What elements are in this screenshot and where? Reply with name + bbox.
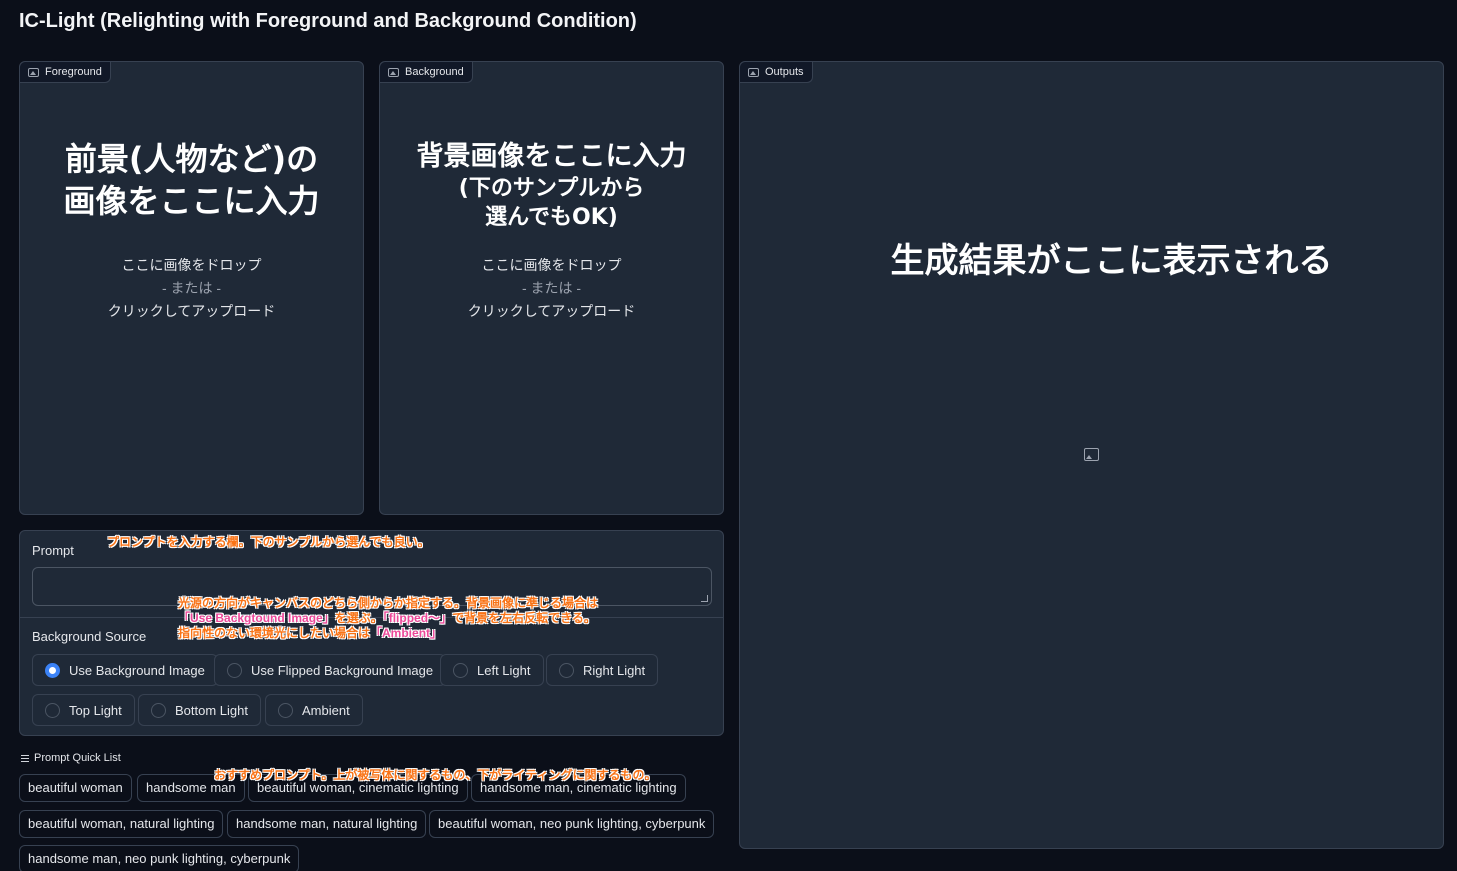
radio-label: Top Light — [69, 702, 122, 718]
image-icon — [28, 67, 39, 77]
background-source-annotation: 光源の方向がキャンバスのどちら側からか指定する。背景画像に準じる場合は 「Use… — [178, 596, 598, 641]
radio-label: Use Flipped Background Image — [251, 662, 434, 678]
background-source-label: Background Source — [32, 629, 147, 644]
background-label-text: Background — [405, 66, 464, 78]
foreground-overlay-annotation: 前景(人物など)の 画像をここに入力 — [20, 138, 363, 222]
background-overlay-line2: (下のサンプルから — [458, 176, 645, 201]
radio-dot — [559, 662, 574, 678]
foreground-overlay-line1: 前景(人物など)の — [64, 140, 319, 178]
annotation-text: 「flipped〜」 — [382, 611, 453, 625]
quick-list-annotation: おすすめプロンプト。上が被写体に関するもの、下がライティングに関するもの。 — [214, 768, 657, 782]
annotation-line2: 「Use Backgtound Image」を選ぶ。「flipped〜」で背景を… — [178, 611, 598, 626]
annotation-text: 指向性のない環境光にしたい場合は — [178, 626, 371, 640]
radio-right-light[interactable]: Right Light — [546, 654, 659, 686]
or-text: - または - — [521, 280, 582, 296]
image-icon — [388, 67, 399, 77]
app-title: IC-Light (Relighting with Foreground and… — [19, 10, 637, 32]
drop-text: ここに画像をドロップ — [121, 257, 262, 273]
radio-dot — [278, 702, 293, 718]
background-drop-zone: ここに画像をドロップ - または - クリックしてアップロード — [380, 254, 723, 323]
radio-dot — [45, 702, 60, 718]
annotation-text: 「Ambient」 — [370, 626, 443, 640]
annotation-text: で背景を左右反転できる。 — [452, 611, 596, 625]
foreground-upload[interactable]: Foreground 前景(人物など)の 画像をここに入力 ここに画像をドロップ… — [19, 61, 364, 515]
background-overlay-line1: 背景画像をここに入力 — [416, 141, 687, 172]
background-overlay-line3: 選んでもOK) — [485, 205, 618, 230]
upload-text: クリックしてアップロード — [107, 303, 276, 319]
annotation-text: を選ぶ。 — [334, 611, 383, 625]
radio-dot — [151, 702, 166, 718]
outputs-overlay-text: 生成結果がここに表示される — [890, 241, 1333, 281]
radio-use-flipped-background-image[interactable]: Use Flipped Background Image — [214, 654, 447, 686]
image-placeholder-icon — [1084, 448, 1099, 466]
radio-use-background-image[interactable]: Use Background Image — [32, 654, 218, 686]
annotation-line1: 光源の方向がキャンバスのどちら側からか指定する。背景画像に準じる場合は — [178, 596, 599, 610]
radio-dot — [227, 662, 242, 678]
quick-prompt-chip[interactable]: handsome man, neo punk lighting, cyberpu… — [19, 845, 300, 871]
quick-prompt-chip[interactable]: beautiful woman — [19, 774, 132, 802]
list-icon — [21, 754, 29, 762]
outputs-gallery: Outputs 生成結果がここに表示される — [739, 61, 1444, 849]
radio-left-light[interactable]: Left Light — [440, 654, 544, 686]
quick-list-header: Prompt Quick List — [21, 752, 121, 764]
image-icon — [748, 67, 759, 77]
annotation-text: 「Use Backgtound Image」 — [178, 611, 335, 625]
outputs-label-text: Outputs — [765, 66, 804, 78]
quick-prompt-chip[interactable]: beautiful woman, neo punk lighting, cybe… — [429, 810, 715, 838]
background-upload[interactable]: Background 背景画像をここに入力 (下のサンプルから 選んでもOK) … — [379, 61, 724, 515]
background-overlay-annotation: 背景画像をここに入力 (下のサンプルから 選んでもOK) — [380, 140, 723, 232]
prompt-label: Prompt — [32, 543, 74, 558]
radio-dot — [453, 662, 468, 678]
or-text: - または - — [161, 280, 222, 296]
quick-prompt-chip[interactable]: beautiful woman, natural lighting — [19, 810, 224, 838]
radio-label: Ambient — [302, 702, 350, 718]
radio-label: Right Light — [583, 662, 646, 678]
outputs-label: Outputs — [740, 62, 813, 83]
foreground-overlay-line2: 画像をここに入力 — [63, 182, 320, 220]
radio-dot — [45, 662, 60, 678]
annotation-line3: 指向性のない環境光にしたい場合は「Ambient」 — [178, 626, 598, 641]
foreground-label-text: Foreground — [45, 66, 102, 78]
drop-text: ここに画像をドロップ — [481, 257, 622, 273]
radio-top-light[interactable]: Top Light — [32, 694, 135, 726]
radio-bottom-light[interactable]: Bottom Light — [138, 694, 261, 726]
prompt-annotation: プロンプトを入力する欄。下のサンプルから選んでも良い。 — [107, 535, 430, 549]
radio-label: Left Light — [477, 662, 531, 678]
radio-label: Use Background Image — [69, 662, 205, 678]
background-label: Background — [380, 62, 473, 83]
upload-text: クリックしてアップロード — [467, 303, 636, 319]
radio-ambient[interactable]: Ambient — [265, 694, 363, 726]
radio-label: Bottom Light — [175, 702, 248, 718]
foreground-drop-zone: ここに画像をドロップ - または - クリックしてアップロード — [20, 254, 363, 323]
quick-list-label: Prompt Quick List — [34, 752, 121, 764]
quick-prompt-chip[interactable]: handsome man, natural lighting — [227, 810, 427, 838]
foreground-label: Foreground — [20, 62, 111, 83]
